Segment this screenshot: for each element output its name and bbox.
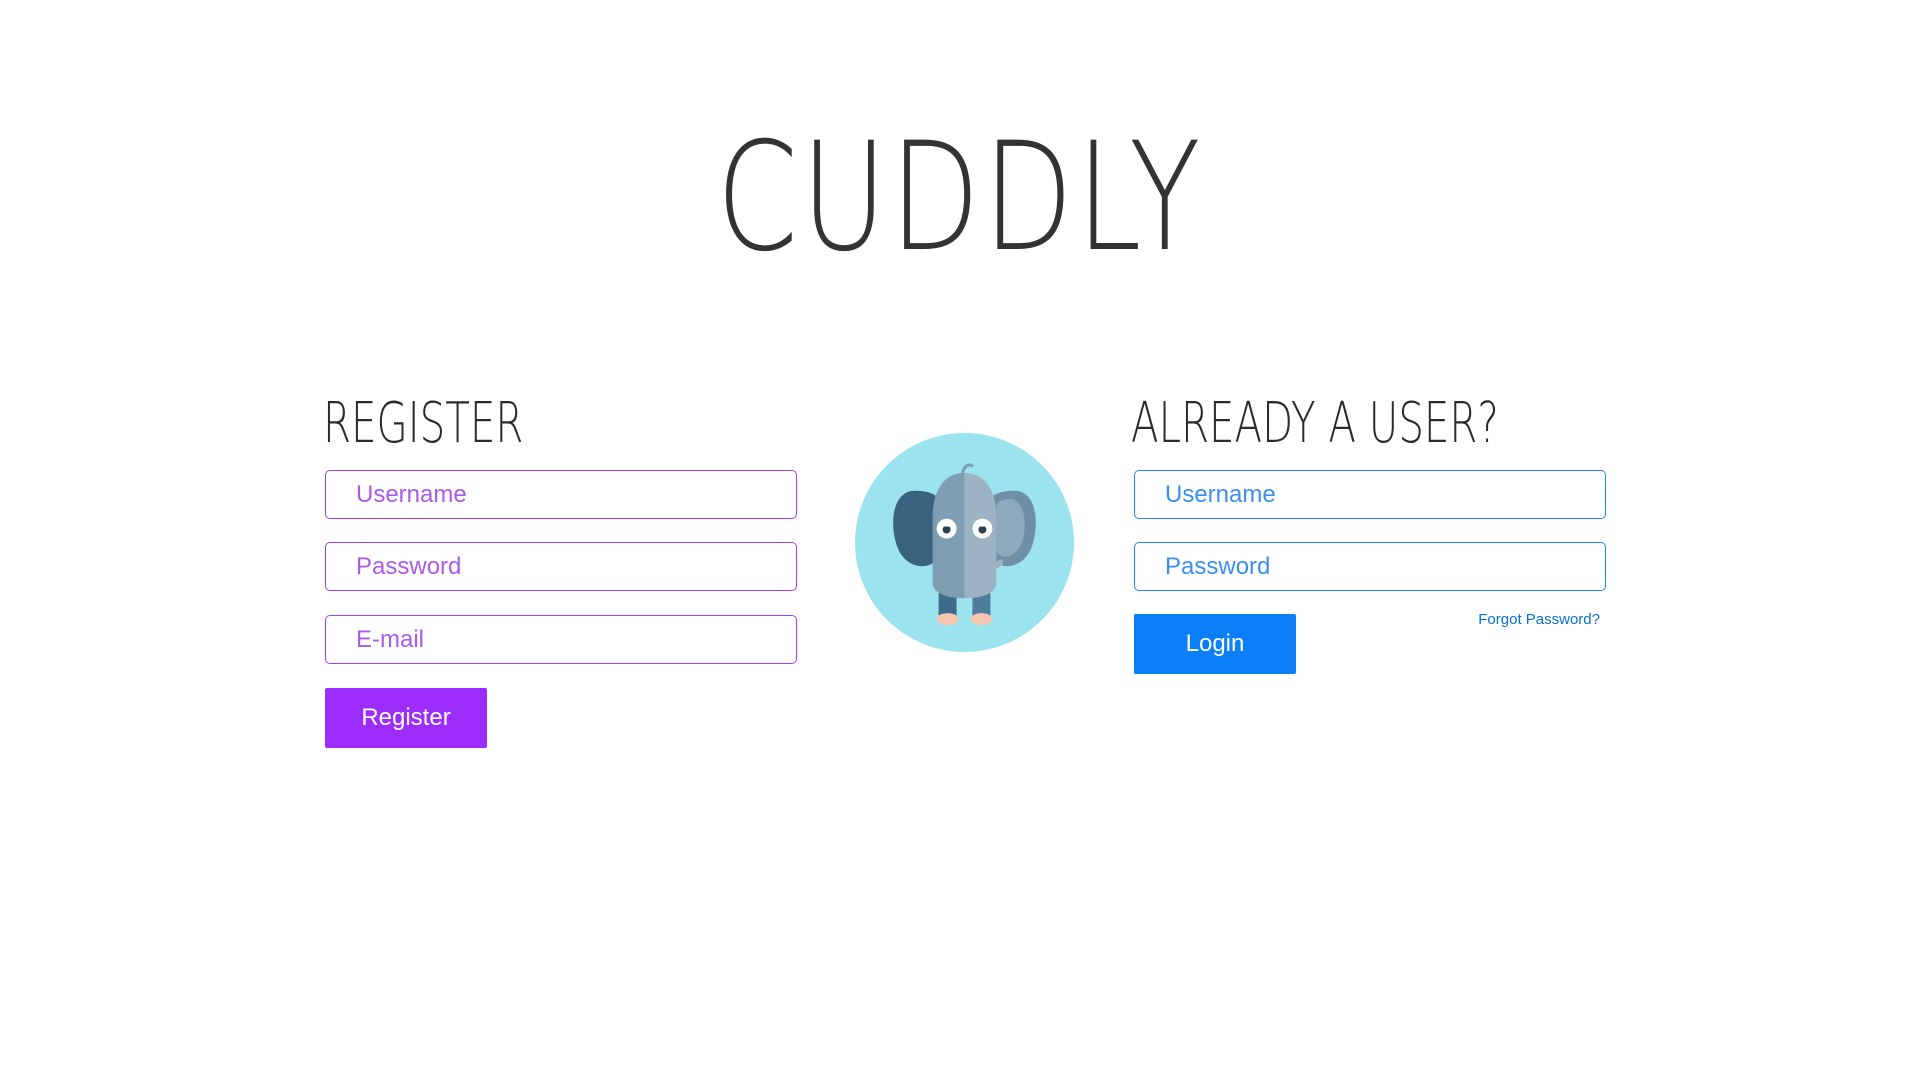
login-button[interactable]: Login xyxy=(1134,614,1296,674)
login-password-input[interactable] xyxy=(1134,542,1606,591)
register-heading: REGISTER xyxy=(323,391,524,456)
register-button[interactable]: Register xyxy=(325,688,487,748)
register-password-input[interactable] xyxy=(325,542,797,591)
app-logo: CUDDLY xyxy=(716,111,1204,285)
elephant-icon xyxy=(855,433,1074,652)
login-heading: ALREADY A USER? xyxy=(1131,391,1499,456)
forgot-password-link[interactable]: Forgot Password? xyxy=(1460,611,1600,628)
register-username-input[interactable] xyxy=(325,470,797,519)
login-page: CUDDLY REGISTER Register ALREADY A xyxy=(0,0,1920,1080)
login-username-input[interactable] xyxy=(1134,470,1606,519)
register-email-input[interactable] xyxy=(325,615,797,664)
